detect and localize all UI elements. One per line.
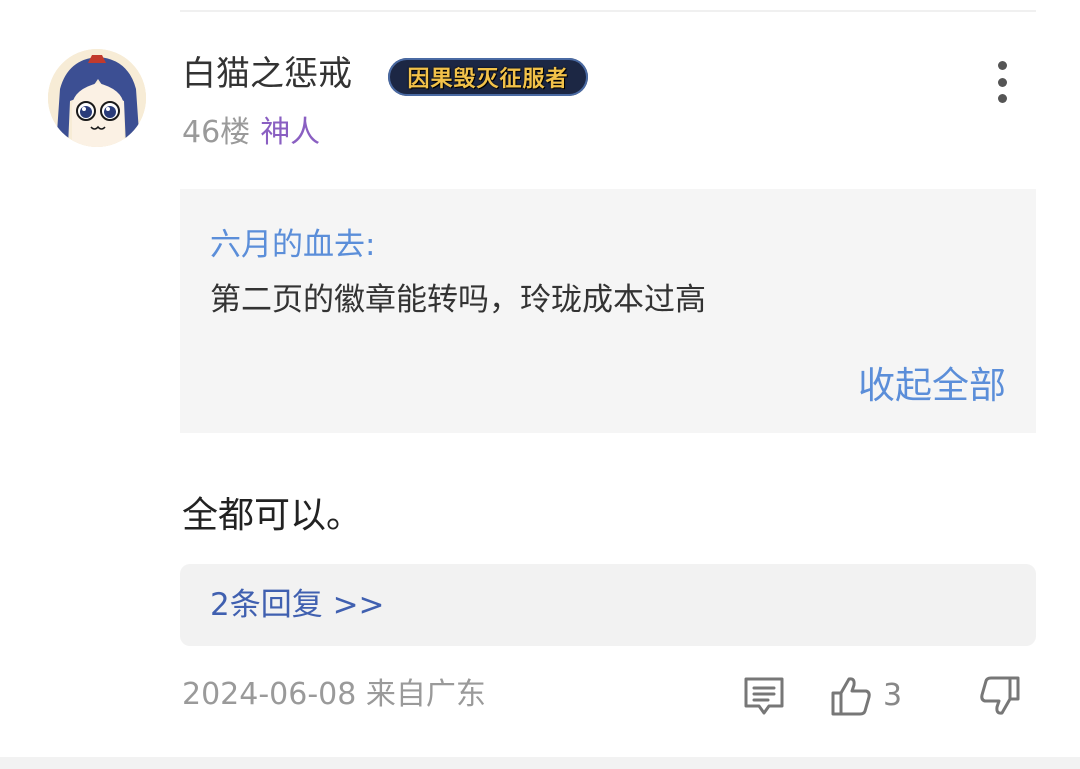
quoted-reply: 六月的血去: 第二页的徽章能转吗，玲珑成本过高 收起全部: [180, 189, 1036, 433]
post-date: 2024-06-08: [182, 677, 357, 712]
like-button[interactable]: 3: [829, 673, 902, 719]
post-page: 白猫之惩戒 因果毁灭征服者 46楼 神人 六月的血去: 第二页的徽章能转吗，玲珑成…: [0, 0, 1080, 769]
post-location: 来自广东: [365, 677, 486, 712]
bottom-separator: [0, 757, 1080, 769]
more-options-button[interactable]: [985, 58, 1019, 106]
replies-button[interactable]: 2条回复 >>: [180, 564, 1036, 646]
post-meta: 46楼 神人: [182, 112, 320, 154]
replies-label: 2条回复 >>: [210, 587, 385, 623]
top-divider: [180, 10, 1036, 12]
post-date-location: 2024-06-08 来自广东: [182, 674, 486, 716]
more-vertical-icon-dot: [997, 77, 1007, 87]
avatar-image: [48, 49, 146, 147]
post-body: 全都可以。: [182, 495, 363, 536]
user-badge[interactable]: 因果毁灭征服者: [388, 58, 588, 96]
dislike-button[interactable]: [978, 673, 1022, 719]
thumbs-up-icon: [831, 677, 871, 716]
more-vertical-icon-dot: [997, 94, 1007, 103]
comment-icon: [744, 677, 784, 715]
floor-number: 46楼: [182, 115, 251, 150]
username[interactable]: 白猫之惩戒: [182, 52, 352, 96]
quote-text: 第二页的徽章能转吗，玲珑成本过高: [210, 282, 706, 318]
like-count: 3: [883, 678, 903, 713]
avatar[interactable]: [48, 49, 146, 147]
comment-button[interactable]: [742, 673, 786, 719]
badge-label: 因果毁灭征服者: [407, 67, 569, 92]
user-rank: 神人: [260, 115, 321, 150]
thumbs-down-icon: [980, 676, 1020, 715]
quote-author[interactable]: 六月的血去:: [210, 225, 375, 265]
more-vertical-icon: [997, 61, 1007, 70]
collapse-all-link[interactable]: 收起全部: [858, 363, 1006, 409]
